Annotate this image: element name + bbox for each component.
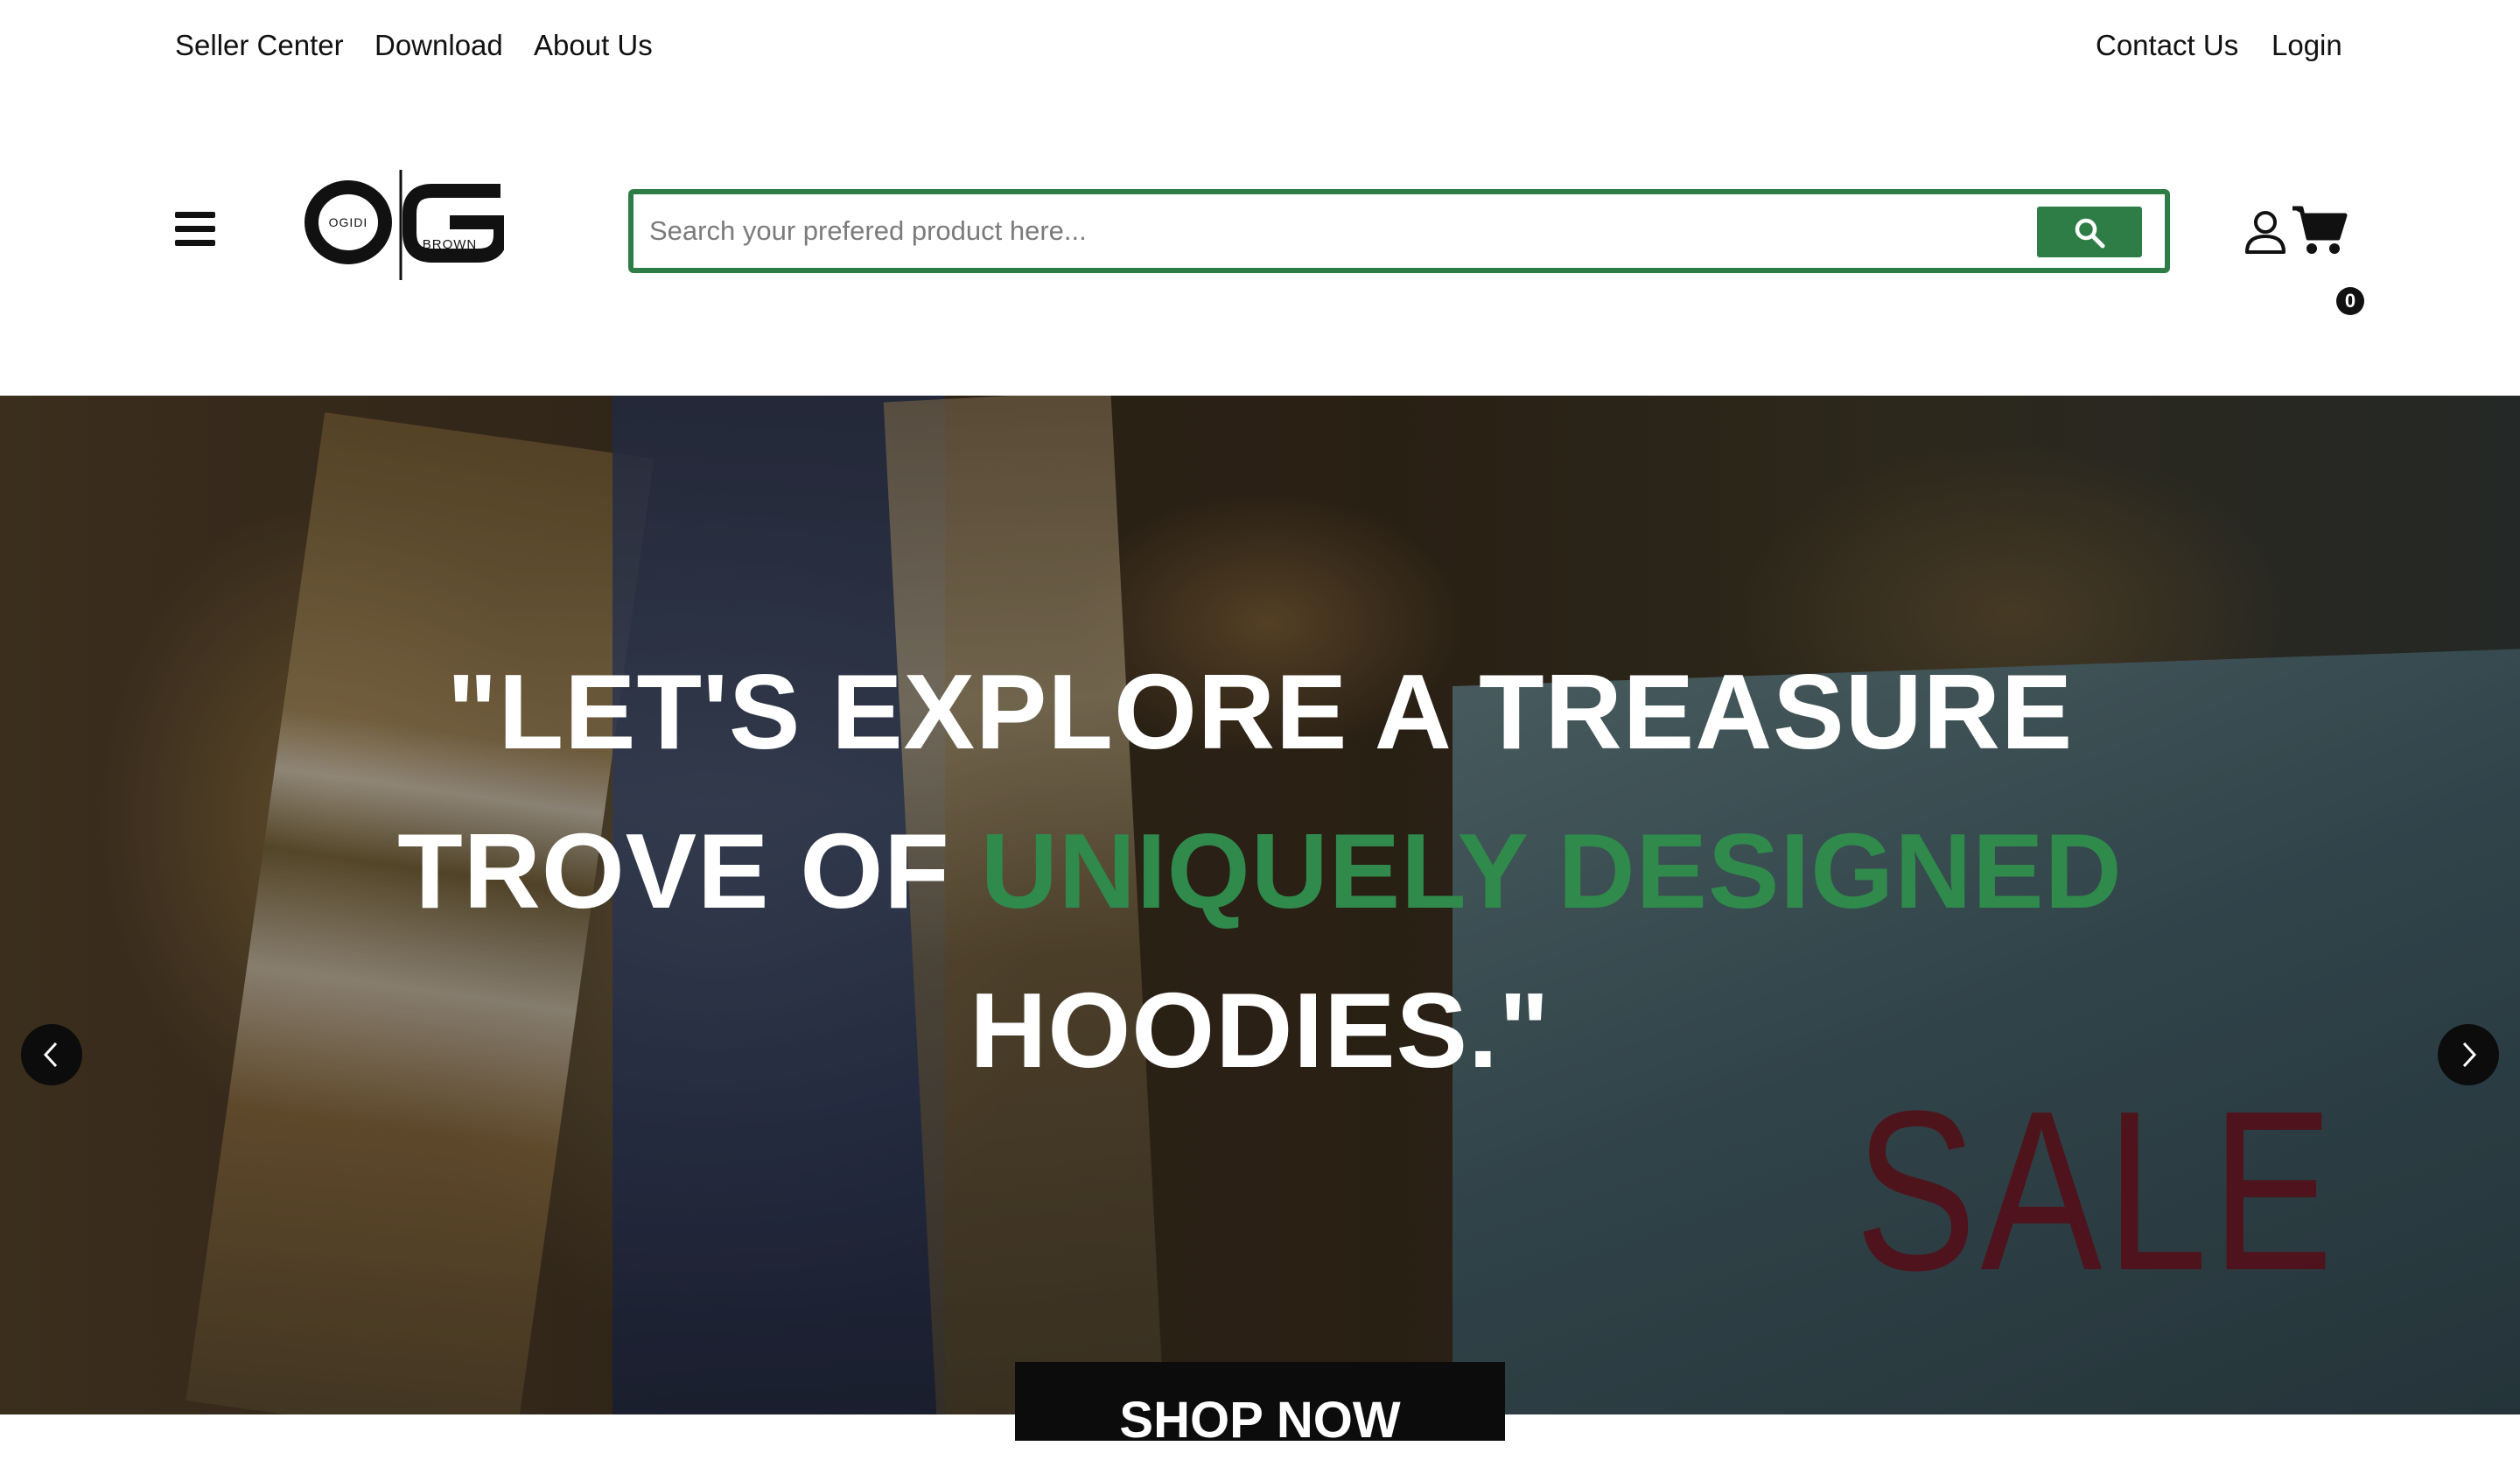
top-utility-bar: Seller Center Download About Us Contact … — [0, 0, 2520, 91]
search-button[interactable] — [2037, 207, 2142, 257]
search-icon — [2075, 218, 2105, 249]
cart-icon[interactable] — [2291, 203, 2348, 256]
search-bar — [628, 189, 2170, 273]
chevron-right-icon — [2462, 1042, 2477, 1068]
carousel-prev-button[interactable] — [21, 1024, 82, 1085]
main-header: OGIDI BROWN 0 — [0, 91, 2520, 396]
headline-accent-text: UNIQUELY DESIGNED — [980, 811, 2123, 930]
logo-top-text: OGIDI — [329, 215, 368, 229]
chevron-left-icon — [43, 1042, 58, 1068]
headline-text: TROVE OF — [397, 811, 981, 930]
site-logo[interactable]: OGIDI BROWN — [303, 166, 508, 284]
logo-bottom-text: BROWN — [423, 237, 478, 252]
contact-us-link[interactable]: Contact Us — [2096, 26, 2238, 65]
menu-icon[interactable] — [175, 212, 215, 247]
hero-carousel: SALE "LET'S EXPLORE A TREASURE TROVE OF … — [0, 396, 2520, 1414]
about-us-link[interactable]: About Us — [534, 26, 653, 65]
cart-count-badge: 0 — [2336, 287, 2364, 315]
search-input[interactable] — [649, 207, 2049, 256]
download-link[interactable]: Download — [374, 26, 503, 65]
account-icon[interactable] — [2244, 208, 2287, 256]
login-link[interactable]: Login — [2272, 26, 2342, 65]
seller-center-link[interactable]: Seller Center — [175, 26, 344, 65]
carousel-next-button[interactable] — [2438, 1024, 2499, 1085]
shop-now-button[interactable]: SHOP NOW — [1015, 1362, 1505, 1449]
hero-headline: "LET'S EXPLORE A TREASURE TROVE OF UNIQU… — [397, 652, 2123, 1090]
